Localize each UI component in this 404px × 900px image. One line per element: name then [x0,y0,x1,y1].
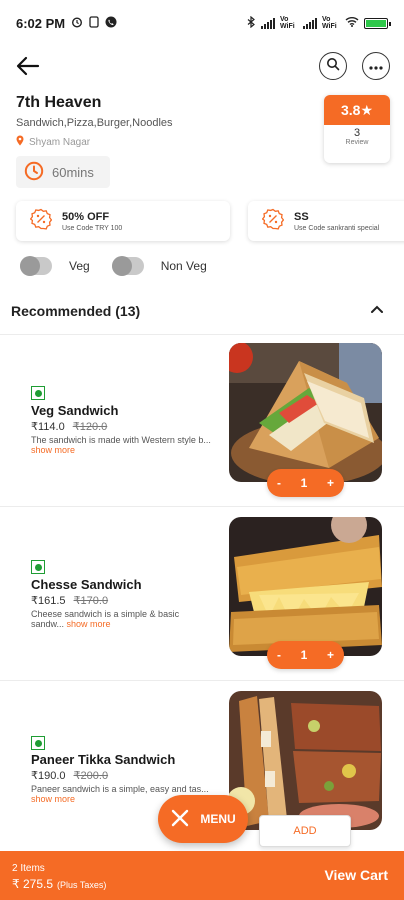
alarm-icon [71,16,83,31]
diet-filter-row: Veg Non Veg [20,256,207,276]
chevron-up-icon[interactable] [368,301,386,319]
volte-label-2: Vo WiFi [322,16,337,30]
nonveg-toggle[interactable] [111,256,144,276]
section-title: Recommended (13) [11,303,141,319]
search-icon [326,57,340,76]
offers-carousel[interactable]: 50% OFF Use Code TRY 100 SS Use Code san… [0,201,404,241]
item-price: ₹114.0 ₹120.0 [31,420,107,433]
more-options-button[interactable] [362,52,390,80]
item-description: Cheese sandwich is a simple & basic sand… [31,609,211,629]
item-image[interactable] [229,343,382,482]
offer-code: Use Code sankranti special [294,224,380,232]
signal-icon-2 [303,17,317,29]
item-current-price: ₹114.0 [31,421,65,433]
item-image[interactable] [229,691,382,830]
item-current-price: ₹190.0 [31,770,66,782]
veg-toggle-label: Veg [69,259,90,273]
offer-card[interactable]: SS Use Code sankranti special [248,201,404,241]
item-desc-text: Paneer sandwich is a simple, easy and ta… [31,784,209,794]
restaurant-cuisines: Sandwich,Pizza,Burger,Noodles [16,117,173,129]
discount-badge-icon [261,208,285,235]
item-image[interactable] [229,517,382,656]
menu-fab-button[interactable]: MENU [158,795,248,843]
item-description: The sandwich is made with Western style … [31,435,211,455]
wifi-icon [345,16,359,30]
veg-toggle[interactable] [20,256,52,276]
sim-icon [89,15,99,31]
veg-indicator-icon [31,736,45,750]
nonveg-toggle-label: Non Veg [160,259,207,273]
volte-label: Vo WiFi [280,16,295,30]
review-label: Review [345,139,369,146]
battery-icon [364,17,391,29]
back-arrow-icon[interactable] [14,52,42,80]
delivery-time-chip: 60mins [16,156,110,188]
view-cart-button[interactable]: View Cart [324,867,388,883]
item-quantity: 1 [300,648,308,662]
cart-item-count: 2 Items [12,863,45,874]
clock-icon [24,161,44,184]
offer-text: 50% OFF Use Code TRY 100 [62,211,122,232]
menu-item: Veg Sandwich ₹114.0 ₹120.0 The sandwich i… [0,334,404,506]
status-time: 6:02 PM [16,15,66,31]
item-current-price: ₹161.5 [31,595,66,607]
decrease-qty-button[interactable]: - [277,648,281,662]
show-more-link[interactable]: show more [67,619,111,629]
recommended-section-header[interactable]: Recommended (13) [11,303,391,319]
item-old-price: ₹120.0 [72,421,108,433]
menu-label: MENU [200,812,236,826]
cart-bar[interactable]: 2 Items ₹ 275.5 (Plus Taxes) View Cart [0,851,404,900]
delivery-time: 60mins [52,164,94,180]
cart-total: ₹ 275.5 (Plus Taxes) [12,877,106,891]
cart-total-amount: ₹ 275.5 [12,877,53,891]
offer-title: 50% OFF [62,210,110,223]
veg-indicator-icon [31,560,45,574]
discount-badge-icon [29,208,53,235]
item-name: Veg Sandwich [31,403,119,418]
top-bar [0,50,404,82]
more-dots-icon [369,57,383,75]
item-old-price: ₹200.0 [73,770,109,782]
item-price: ₹161.5 ₹170.0 [31,594,108,607]
restaurant-name: 7th Heaven [16,94,102,111]
item-quantity: 1 [300,476,308,490]
offer-text: SS Use Code sankranti special [294,211,379,232]
veg-indicator-icon [31,386,45,400]
item-name: Paneer Tikka Sandwich [31,752,176,767]
increase-qty-button[interactable]: + [327,648,334,662]
item-price: ₹190.0 ₹200.0 [31,769,108,782]
review-count: 3 [353,127,361,139]
item-desc-text: The sandwich is made with Western style … [31,435,211,445]
decrease-qty-button[interactable]: - [277,476,281,490]
rating-card[interactable]: 3.8★ 3 Review [324,95,390,163]
location-pin-icon [16,135,24,149]
add-item-button[interactable]: ADD [259,815,351,847]
search-button[interactable] [319,52,347,80]
status-bar: 6:02 PM Vo WiFi Vo WiFi [0,0,404,46]
signal-icon [261,17,275,29]
restaurant-location: Shyam Nagar [16,135,90,149]
item-old-price: ₹170.0 [73,595,109,607]
show-more-link[interactable]: show more [31,445,75,455]
item-name: Chesse Sandwich [31,577,142,592]
call-icon [105,16,117,31]
cutlery-icon [170,808,190,831]
quantity-stepper[interactable]: - 1 + [267,469,344,497]
quantity-stepper[interactable]: - 1 + [267,641,344,669]
location-text: Shyam Nagar [29,136,91,148]
menu-item: Chesse Sandwich ₹161.5 ₹170.0 Cheese sand… [0,506,404,680]
cart-taxes-note: (Plus Taxes) [57,880,107,890]
offer-title: SS [294,210,309,223]
increase-qty-button[interactable]: + [327,476,334,490]
rating-value: 3.8★ [324,95,390,125]
offer-card[interactable]: 50% OFF Use Code TRY 100 [16,201,230,241]
bluetooth-icon [247,15,256,31]
show-more-link[interactable]: show more [31,794,75,804]
offer-code: Use Code TRY 100 [62,224,123,232]
